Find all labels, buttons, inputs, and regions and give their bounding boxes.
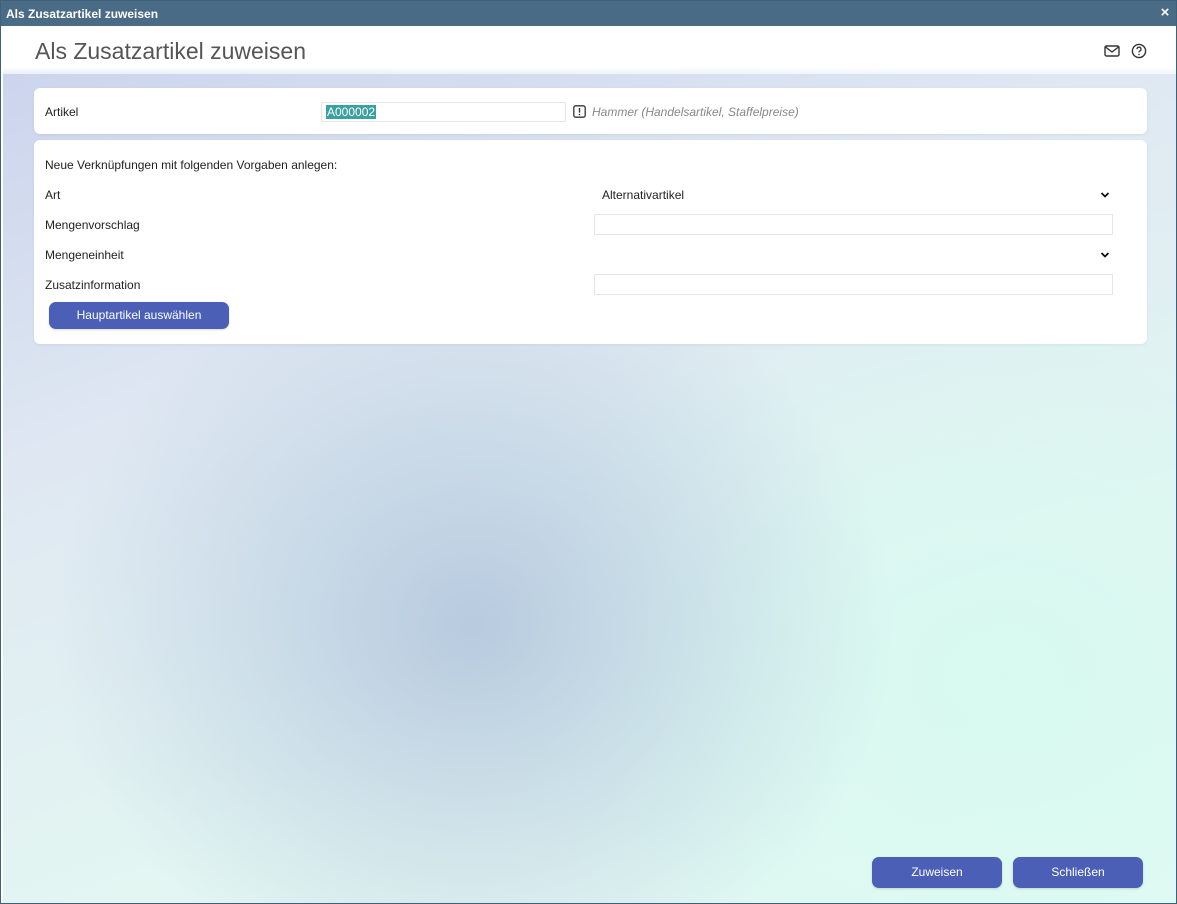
- art-label: Art: [45, 188, 61, 202]
- zusatzinformation-input[interactable]: [594, 274, 1113, 295]
- chevron-down-icon[interactable]: [1099, 189, 1111, 201]
- mengenvorschlag-input[interactable]: [594, 214, 1113, 235]
- window-title: Als Zusatzartikel zuweisen: [6, 7, 159, 21]
- help-icon[interactable]: [1130, 42, 1148, 60]
- artikel-input[interactable]: A000002: [321, 102, 566, 122]
- warning-icon[interactable]: [573, 105, 586, 118]
- vorgaben-heading: Neue Verknüpfungen mit folgenden Vorgabe…: [45, 158, 338, 172]
- artikel-description: Hammer (Handelsartikel, Staffelpreise): [592, 105, 799, 119]
- page-title: Als Zusatzartikel zuweisen: [35, 38, 306, 64]
- schliessen-button[interactable]: Schließen: [1013, 857, 1143, 888]
- close-icon[interactable]: ×: [1158, 5, 1172, 21]
- artikel-label: Artikel: [45, 105, 79, 119]
- title-bar[interactable]: Als Zusatzartikel zuweisen ×: [1, 1, 1176, 26]
- hauptartikel-auswaehlen-button[interactable]: Hauptartikel auswählen: [49, 302, 229, 329]
- mail-icon[interactable]: [1103, 42, 1121, 60]
- mengeneinheit-label: Mengeneinheit: [45, 248, 124, 262]
- mengenvorschlag-label: Mengenvorschlag: [45, 218, 140, 232]
- art-select[interactable]: Alternativartikel: [602, 188, 684, 202]
- dialog-content: Als Zusatzartikel zuweisen Artikel A0000…: [3, 26, 1176, 903]
- chevron-down-icon[interactable]: [1099, 249, 1111, 261]
- zusatzinformation-label: Zusatzinformation: [45, 278, 141, 292]
- header: Als Zusatzartikel zuweisen: [3, 26, 1176, 74]
- dialog-window: Als Zusatzartikel zuweisen × Als Zusatza…: [0, 0, 1177, 904]
- artikel-value: A000002: [326, 105, 377, 119]
- vorgaben-card: Neue Verknüpfungen mit folgenden Vorgabe…: [34, 140, 1147, 344]
- zuweisen-button[interactable]: Zuweisen: [872, 857, 1002, 888]
- artikel-card: Artikel A000002 Hammer (Handelsartikel, …: [34, 88, 1147, 134]
